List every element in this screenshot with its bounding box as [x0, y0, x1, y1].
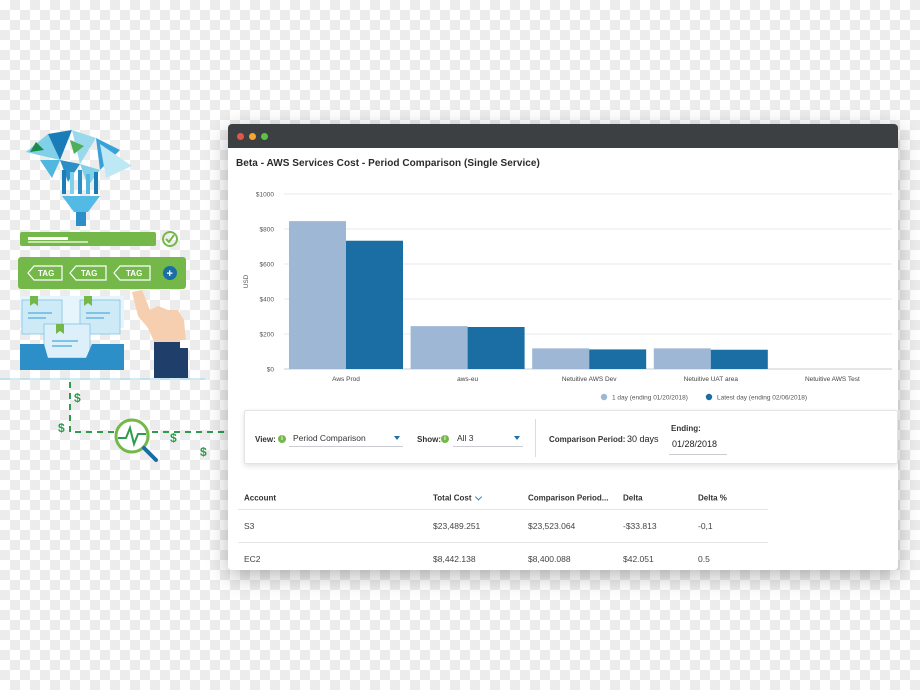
y-axis-label: USD: [243, 274, 250, 288]
x-tick-label: Aws Prod: [332, 376, 360, 383]
app-window: Beta - AWS Services Cost - Period Compar…: [228, 124, 898, 570]
report-controls: View: i Period Comparison Show: i All 3 …: [244, 410, 898, 464]
cost-table: Account Total Cost Comparison Period... …: [238, 486, 768, 570]
x-tick-label: Netuitive AWS Dev: [562, 376, 617, 383]
column-header-total-cost[interactable]: Total Cost: [433, 492, 482, 502]
bar: [653, 348, 711, 369]
delta-cell: -$33.813: [623, 521, 657, 531]
comparison-period-label: Comparison Period:: [549, 435, 626, 444]
pointing-hand-icon: [132, 290, 190, 378]
window-titlebar: [228, 124, 898, 148]
column-header-account[interactable]: Account: [244, 493, 276, 502]
delta-percent-cell: 0.5: [698, 554, 710, 564]
y-tick-label: $800: [260, 227, 275, 234]
maximize-window-icon[interactable]: [261, 132, 268, 140]
table-row[interactable]: EC2 $8,442.138 $8,400.088 $42.051 0.5: [238, 543, 768, 570]
cost-bar-chart: $0 $200 $400 $600 $800 $1000 USD Aws Prod aws-eu…: [243, 192, 892, 402]
bar: [710, 349, 768, 369]
legend-entry: 1 day (ending 01/20/2018): [612, 395, 688, 402]
bar: [289, 221, 346, 369]
x-tick-label: aws-eu: [457, 376, 478, 383]
svg-text:$: $: [200, 445, 207, 459]
svg-text:$: $: [74, 391, 81, 405]
view-label: View:: [255, 435, 276, 444]
sort-descending-icon[interactable]: [474, 492, 482, 501]
comparison-period-value[interactable]: 30 days: [627, 434, 659, 444]
column-header-delta-percent[interactable]: Delta %: [698, 493, 727, 502]
svg-text:TAG: TAG: [38, 269, 54, 278]
documents-icon: [20, 296, 124, 370]
ending-date-input[interactable]: 01/28/2018: [669, 435, 727, 455]
legend-swatch: [705, 393, 713, 401]
svg-text:TAG: TAG: [126, 269, 142, 278]
chevron-down-icon: [514, 436, 520, 440]
controls-divider: [535, 419, 536, 457]
view-select-value: Period Comparison: [293, 433, 366, 443]
bar: [346, 240, 403, 369]
svg-text:$: $: [170, 431, 177, 445]
delta-percent-cell: -0,1: [698, 521, 713, 531]
x-tick-label: Netuitive AWS Test: [805, 376, 860, 383]
svg-text:$: $: [58, 421, 65, 435]
account-cell: EC2: [244, 554, 261, 564]
data-funnel-icon: [26, 130, 132, 226]
y-tick-label: $200: [260, 332, 275, 339]
legend-swatch: [600, 393, 608, 401]
total-cost-cell: $8,442.138: [433, 554, 476, 564]
total-cost-cell: $23,489.251: [433, 521, 481, 531]
view-select[interactable]: Period Comparison: [289, 431, 403, 447]
bar: [532, 348, 590, 369]
comparison-period-cell: $8,400.088: [528, 554, 571, 564]
delta-cell: $42.051: [623, 554, 654, 564]
check-circle-icon: [162, 231, 178, 247]
comparison-period-cell: $23,523.064: [528, 521, 576, 531]
y-tick-label: $0: [267, 367, 275, 374]
bar: [467, 327, 525, 369]
show-select[interactable]: All 3: [453, 431, 523, 447]
close-window-icon[interactable]: [237, 132, 244, 140]
minimize-window-icon[interactable]: [249, 132, 256, 140]
bar: [410, 326, 468, 369]
svg-text:TAG: TAG: [81, 269, 97, 278]
y-tick-label: $1000: [256, 192, 274, 199]
show-label: Show:: [417, 435, 441, 444]
show-select-value: All 3: [457, 433, 474, 443]
table-row[interactable]: S3 $23,489.251 $23,523.064 -$33.813 -0,1: [238, 510, 768, 543]
info-icon[interactable]: i: [278, 435, 286, 443]
account-cell: S3: [244, 521, 255, 531]
y-tick-label: $400: [260, 297, 275, 304]
chevron-down-icon: [394, 436, 400, 440]
progress-bar: [20, 232, 156, 246]
svg-text:+: +: [167, 268, 173, 280]
info-icon[interactable]: i: [441, 435, 449, 443]
table-header-row: Account Total Cost Comparison Period... …: [238, 486, 768, 510]
column-header-comparison-period[interactable]: Comparison Period...: [528, 493, 608, 502]
ending-label: Ending:: [671, 424, 701, 433]
plus-circle-icon: +: [163, 266, 177, 280]
y-tick-label: $600: [260, 262, 275, 269]
legend-entry: Latest day (ending 02/06/2018): [717, 395, 807, 402]
bar: [589, 349, 647, 369]
magnifier-pulse-icon: [114, 418, 158, 462]
tag-bar: TAG TAG TAG +: [18, 257, 186, 289]
integration-illustration: TAG TAG TAG + $ $ $ $: [0, 130, 230, 462]
x-tick-label: Netuitive UAT area: [684, 376, 739, 383]
column-header-delta[interactable]: Delta: [623, 493, 643, 502]
